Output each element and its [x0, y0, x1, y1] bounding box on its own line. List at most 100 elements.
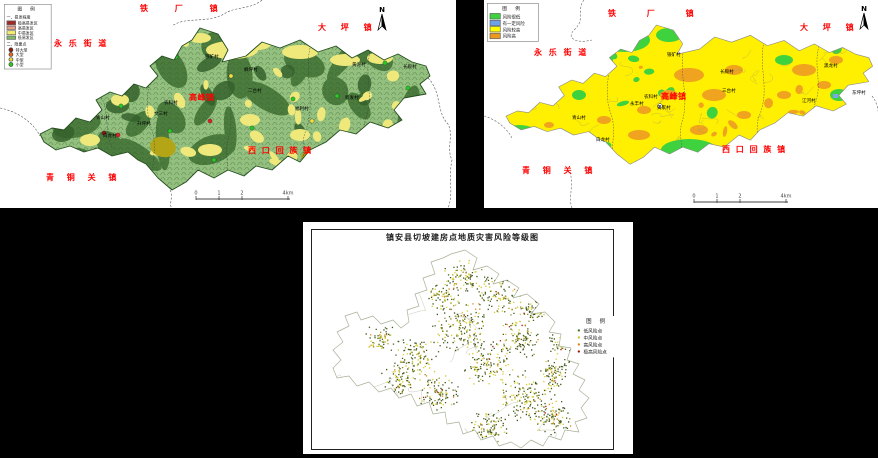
village-label: 黄泥村	[352, 63, 366, 68]
legend-swatch	[490, 20, 501, 26]
scale-bar-graphic: 0 1 2 4km	[194, 188, 294, 204]
town-label: 青 铜 关 镇	[46, 174, 121, 182]
hazard-point-green	[406, 86, 410, 90]
legend-items: 低风险点中风险点高风险点极高风险点	[575, 327, 619, 355]
legend-item: 极高风险点	[575, 348, 619, 355]
hazard-point-yellow	[310, 119, 314, 123]
legend-dot-icon	[578, 350, 581, 353]
legend-section-title: 一、易发程度	[7, 14, 49, 20]
legend-item: 小型	[7, 62, 49, 67]
town-label: 永 乐 街 道	[54, 40, 108, 48]
village-label: 永丰村	[630, 102, 644, 107]
village-label: 黑龙村	[824, 64, 838, 69]
town-label: 西 口 回 族 镇	[248, 147, 313, 155]
svg-text:N: N	[379, 6, 385, 14]
village-label: 青山村	[96, 116, 110, 121]
svg-text:0: 0	[194, 191, 197, 197]
north-arrow: N	[856, 4, 872, 36]
risk-zoning-map-panel: 图 例 风险很低有一定风险风险较高风险高 铁 厂 镇大 坪 镇永 乐 街 道高峰…	[484, 0, 878, 208]
north-arrow-icon: N	[856, 4, 872, 32]
town-label: 铁 厂 镇	[608, 10, 708, 18]
legend-dot-icon	[9, 62, 13, 66]
legend-title: 图 例	[490, 5, 536, 12]
legend-item: 高风险点	[575, 341, 619, 348]
legend-item-label: 中风险点	[583, 334, 602, 341]
village-label: 银矿村	[667, 53, 681, 58]
legend-section-title: 二、隐患点	[7, 41, 49, 47]
susceptibility-map-panel: 图 例 一、易发程度极高易发区高易发区中易发区低易发区二、隐患点特大型大型中型小…	[0, 0, 456, 208]
village-label: 长殿村	[403, 65, 417, 70]
village-label: 长殿村	[720, 70, 734, 75]
village-label: 文三村	[154, 112, 168, 117]
hazard-point-green	[119, 104, 123, 108]
village-label: 白龙村	[596, 138, 610, 143]
legend-swatch	[490, 33, 501, 39]
village-label: 农科村	[644, 95, 658, 100]
svg-text:4km: 4km	[781, 194, 792, 200]
composite-map-screenshot: 图 例 一、易发程度极高易发区高易发区中易发区低易发区二、隐患点特大型大型中型小…	[0, 0, 878, 458]
village-label: 二台村	[248, 89, 262, 94]
town-label: 大 坪 镇	[800, 24, 860, 32]
susceptibility-legend: 图 例 一、易发程度极高易发区高易发区中易发区低易发区二、隐患点特大型大型中型小…	[4, 4, 52, 69]
legend-item: 低风险点	[575, 327, 619, 334]
svg-text:1: 1	[217, 191, 220, 197]
village-label: 新发村	[345, 96, 359, 101]
legend-item: 风险高	[490, 33, 536, 39]
hazard-point-yellow	[229, 74, 233, 78]
legend-swatch	[7, 21, 16, 25]
site-risk-map-panel: 镇安县切坡建房点地质灾害风险等级图 图 例 低风险点中风险点高风险点极高风险点	[303, 222, 633, 454]
hazard-point-red	[208, 119, 212, 123]
hazard-point-green	[168, 129, 172, 133]
village-label: 银矿村	[205, 55, 219, 60]
legend-item: 中风险点	[575, 334, 619, 341]
svg-text:N: N	[861, 5, 867, 13]
legend-item-label: 极高风险点	[583, 348, 606, 355]
legend-title: 图 例	[7, 6, 49, 13]
legend-item-label: 低风险点	[583, 327, 602, 334]
town-label: 青 铜 关 镇	[522, 167, 597, 175]
village-label: 江河村	[802, 99, 816, 104]
village-label: 升坪村	[137, 122, 151, 127]
legend-dot-icon	[9, 57, 13, 61]
legend-dot-icon	[578, 329, 581, 332]
hazard-point-green	[250, 126, 254, 130]
svg-text:0: 0	[692, 194, 695, 200]
legend-swatch	[490, 26, 501, 32]
legend-items: 一、易发程度极高易发区高易发区中易发区低易发区二、隐患点特大型大型中型小型	[7, 14, 49, 67]
village-label: 东坪村	[852, 91, 866, 96]
village-label: 三台村	[722, 89, 736, 94]
legend-swatch	[490, 13, 501, 19]
legend-item-label: 风险高	[503, 32, 516, 39]
hazard-point-green	[95, 55, 99, 59]
svg-text:2: 2	[738, 194, 741, 200]
village-label: 青山村	[572, 116, 586, 121]
hazard-point-green	[291, 97, 295, 101]
village-label: 枫坪村	[244, 68, 258, 73]
legend-dot-icon	[9, 52, 13, 56]
legend-swatch	[7, 31, 16, 35]
legend-dot-icon	[578, 343, 581, 346]
town-label: 永 乐 街 道	[534, 49, 588, 57]
svg-text:4km: 4km	[283, 191, 294, 197]
town-label: 大 坪 镇	[318, 24, 378, 32]
hazard-point-green	[335, 94, 339, 98]
site-risk-legend: 图 例 低风险点中风险点高风险点极高风险点	[573, 316, 621, 357]
legend-item-label: 高风险点	[583, 341, 602, 348]
scale-bar: 0 1 2 4km	[692, 191, 792, 208]
risk-legend: 图 例 风险很低有一定风险风险较高风险高	[487, 3, 539, 42]
town-label: 铁 厂 镇	[140, 5, 230, 13]
legend-item-label: 低易发区	[18, 35, 34, 41]
legend-swatch	[7, 26, 16, 30]
town-label: 高峰镇	[661, 93, 687, 101]
svg-text:1: 1	[715, 194, 718, 200]
legend-item: 低易发区	[7, 35, 49, 40]
town-label: 高峰镇	[189, 94, 215, 102]
scale-bar: 0 1 2 4km	[194, 188, 294, 208]
legend-title: 图 例	[575, 318, 619, 326]
legend-items: 风险很低有一定风险风险较高风险高	[490, 13, 536, 39]
svg-text:2: 2	[240, 191, 243, 197]
town-label: 西 口 回 族 镇	[722, 146, 787, 154]
village-label: 农科村	[164, 101, 178, 106]
village-label: 福利村	[295, 107, 309, 112]
village-label: 白龙村	[103, 134, 117, 139]
